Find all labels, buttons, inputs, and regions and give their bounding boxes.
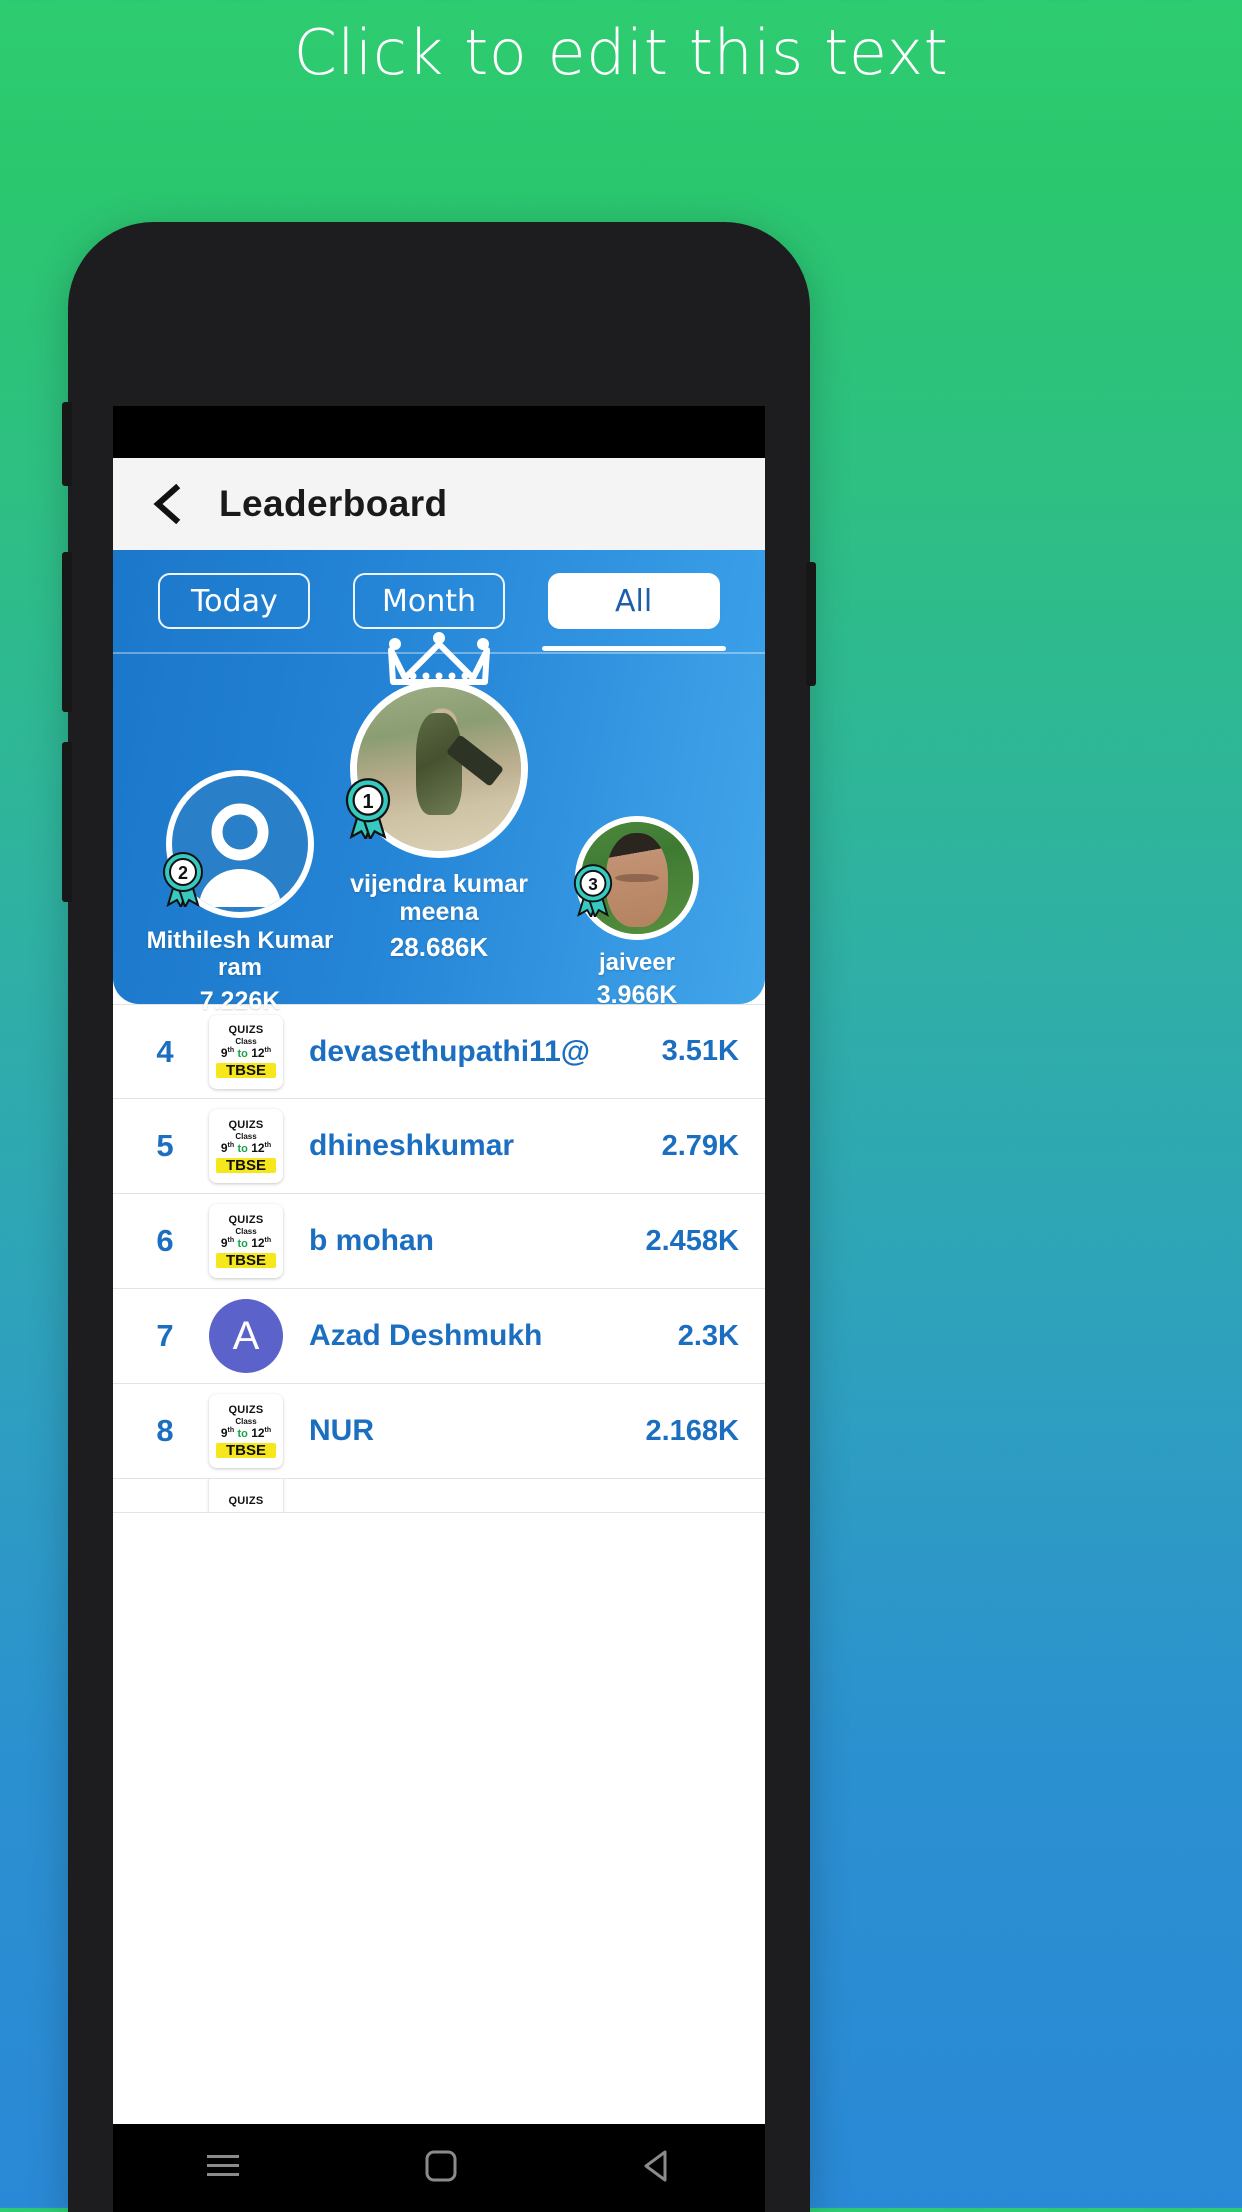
row-username: dhineshkumar	[309, 1129, 515, 1162]
phone-side-button-right	[806, 562, 816, 686]
podium-avatar-wrap-2: 2	[163, 770, 314, 918]
row-avatar: QUIZS Class 9th to 12th TBSE	[209, 1109, 283, 1183]
tbse-badge-icon: QUIZS Class 9th to 12th TBSE	[209, 1394, 283, 1468]
row-avatar: A	[209, 1299, 283, 1373]
app-bar: Leaderboard	[113, 458, 765, 550]
badge-class-label: Class	[235, 1037, 257, 1046]
svg-text:2: 2	[178, 863, 188, 883]
badge-board-label: TBSE	[216, 1157, 276, 1173]
podium-score-2: 7.226K	[199, 986, 281, 1015]
tbse-badge-icon: QUIZS Class 9th to 12th TBSE	[209, 1109, 283, 1183]
badge-quizs-label: QUIZS	[228, 1118, 264, 1131]
row-score: 2.458K	[645, 1224, 739, 1257]
podium-rank-3[interactable]: 3 jaiveer 3.966K	[537, 816, 737, 1010]
table-row[interactable]: 6 QUIZS Class 9th to 12th TBSE b mohan 2…	[113, 1194, 765, 1289]
badge-board-label: TBSE	[216, 1063, 276, 1078]
badge-quizs-label: QUIZS	[228, 1024, 264, 1036]
tbse-badge-icon: QUIZS	[209, 1479, 283, 1512]
podium-name-1: vijendra kumar meena	[350, 870, 528, 926]
tab-all[interactable]: All	[541, 573, 726, 651]
badge-board-label: TBSE	[216, 1252, 276, 1268]
row-rank: 6	[156, 1223, 174, 1258]
avatar-initial: A	[209, 1299, 283, 1373]
badge-grade-range: 9th to 12th	[220, 1046, 272, 1060]
table-row[interactable]: 5 QUIZS Class 9th to 12th TBSE dhineshku…	[113, 1099, 765, 1194]
podium-avatar-wrap-1: 1	[345, 632, 528, 858]
svg-text:1: 1	[362, 791, 373, 813]
row-score: 3.51K	[661, 1035, 739, 1067]
row-username: devasethupathi11@	[309, 1034, 591, 1068]
table-row[interactable]: 7 A Azad Deshmukh 2.3K	[113, 1289, 765, 1384]
row-rank: 8	[156, 1413, 174, 1448]
badge-class-label: Class	[235, 1131, 257, 1141]
phone-side-button-top	[62, 402, 72, 486]
row-score: 2.168K	[645, 1414, 739, 1447]
row-rank: 5	[156, 1128, 174, 1163]
phone-screen: Leaderboard Today Month All 2 Mithilesh …	[113, 406, 765, 2212]
badge-quizs-label: QUIZS	[228, 1213, 264, 1226]
row-avatar: QUIZS Class 9th to 12th TBSE	[209, 1204, 283, 1278]
status-bar	[113, 406, 765, 458]
row-score: 2.3K	[677, 1319, 739, 1352]
tab-month[interactable]: Month	[352, 573, 505, 629]
phone-frame: Leaderboard Today Month All 2 Mithilesh …	[62, 222, 816, 2212]
badge-class-label: Class	[235, 1416, 257, 1426]
badge-board-label: TBSE	[216, 1442, 276, 1458]
back-button[interactable]	[141, 478, 193, 530]
phone-side-button-mid	[62, 552, 72, 712]
svg-text:3: 3	[588, 874, 598, 894]
podium-score-1: 28.686K	[389, 932, 489, 962]
badge-class-label: Class	[235, 1226, 257, 1236]
badge-quizs-label: QUIZS	[228, 1495, 264, 1507]
phone-side-button-bottom	[62, 742, 72, 902]
row-username: b mohan	[309, 1224, 434, 1257]
podium-section: 2 Mithilesh Kumar ram 7.226K 1 vijendra …	[113, 632, 765, 1015]
banner-headline: Click to edit this text	[293, 16, 949, 89]
row-username: NUR	[309, 1414, 374, 1447]
leaderboard-list: 4 QUIZS Class 9th to 12th TBSE devasethu…	[113, 1004, 765, 1513]
row-username: Azad Deshmukh	[309, 1319, 543, 1352]
tbse-badge-icon: QUIZS Class 9th to 12th TBSE	[209, 1014, 283, 1089]
tbse-badge-icon: QUIZS Class 9th to 12th TBSE	[209, 1204, 283, 1278]
row-rank: 4	[156, 1033, 174, 1069]
home-square-icon[interactable]	[422, 2147, 460, 2190]
badge-grade-range: 9th to 12th	[220, 1140, 272, 1155]
badge-grade-range: 9th to 12th	[220, 1425, 272, 1440]
row-avatar: QUIZS Class 9th to 12th TBSE	[209, 1014, 283, 1089]
menu-icon[interactable]	[203, 2150, 243, 2187]
table-row[interactable]: 8 QUIZS Class 9th to 12th TBSE NUR 2.168…	[113, 1384, 765, 1479]
table-row-partial[interactable]: QUIZS	[113, 1479, 765, 1513]
row-score: 2.79K	[661, 1129, 739, 1162]
podium-rank-1[interactable]: 1 vijendra kumar meena 28.686K	[339, 632, 539, 963]
podium-name-3: jaiveer	[598, 949, 676, 976]
badge-grade-range: 9th to 12th	[220, 1235, 272, 1250]
podium-rank-2[interactable]: 2 Mithilesh Kumar ram 7.226K	[135, 770, 345, 1016]
row-rank: 7	[156, 1318, 174, 1353]
medal-badge-2: 2	[160, 851, 206, 912]
row-avatar: QUIZS	[209, 1479, 283, 1512]
page-title: Leaderboard	[219, 483, 448, 524]
podium-name-2: Mithilesh Kumar ram	[146, 927, 334, 981]
chevron-left-icon	[150, 484, 184, 524]
back-triangle-icon[interactable]	[639, 2147, 675, 2190]
android-nav-bar	[113, 2124, 765, 2212]
podium-score-3: 3.966K	[596, 980, 678, 1009]
table-row[interactable]: 4 QUIZS Class 9th to 12th TBSE devasethu…	[113, 1004, 765, 1099]
podium-avatar-wrap-3: 3	[573, 816, 699, 940]
tab-today[interactable]: Today	[158, 573, 311, 629]
medal-badge-3: 3	[571, 863, 615, 922]
row-avatar: QUIZS Class 9th to 12th TBSE	[209, 1394, 283, 1468]
medal-badge-1: 1	[342, 777, 394, 844]
badge-quizs-label: QUIZS	[228, 1403, 264, 1416]
